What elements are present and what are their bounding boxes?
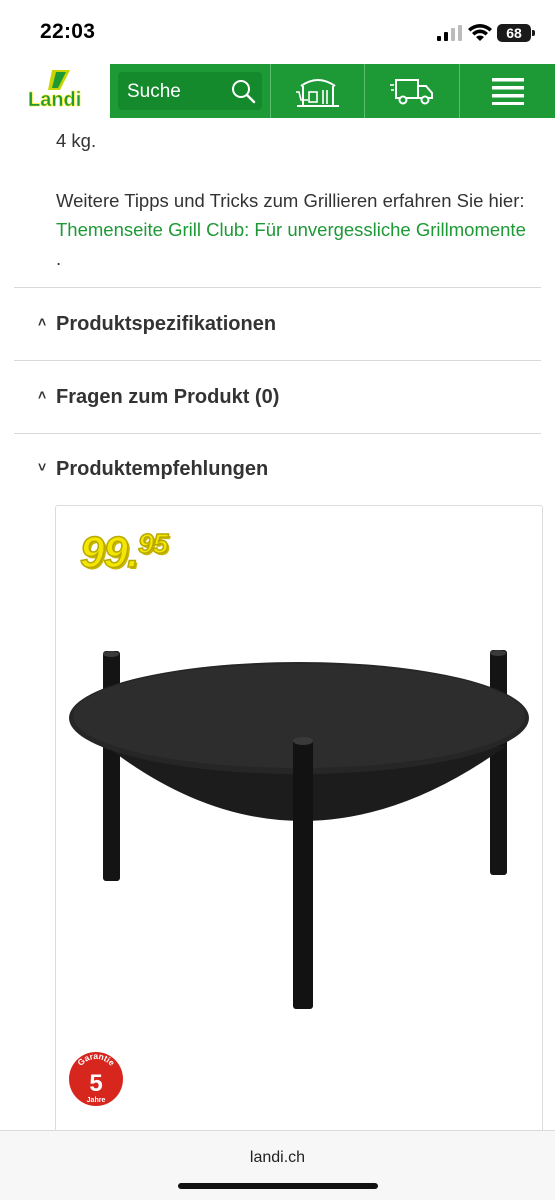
search-icon[interactable] bbox=[230, 78, 256, 104]
accordion-produktspezifikationen[interactable]: ˄ Produktspezifikationen bbox=[38, 313, 276, 336]
price-main: 99. bbox=[79, 527, 140, 578]
chevron-down-icon: ˅ bbox=[38, 459, 47, 475]
guarantee-unit: Jahre bbox=[87, 1097, 106, 1104]
accordion-label: Produktempfehlungen bbox=[56, 458, 269, 480]
guarantee-years: 5 bbox=[89, 1070, 102, 1097]
store-button[interactable] bbox=[270, 64, 364, 118]
signal-icon bbox=[437, 25, 462, 41]
menu-icon bbox=[491, 78, 524, 105]
divider bbox=[14, 360, 541, 361]
tips-paragraph: Weitere Tipps und Tricks zum Grillieren … bbox=[56, 186, 526, 273]
chevron-up-icon: ˄ bbox=[38, 387, 47, 403]
divider bbox=[14, 287, 541, 288]
description-end: 4 kg. bbox=[56, 126, 526, 155]
divider bbox=[14, 433, 541, 434]
delivery-truck-icon bbox=[390, 79, 433, 105]
status-time: 22:03 bbox=[40, 20, 96, 43]
accordion-fragen-zum-produkt[interactable]: ˄ Fragen zum Produkt (0) bbox=[38, 386, 279, 409]
price-cents: 95 bbox=[137, 527, 169, 560]
accordion-label: Fragen zum Produkt (0) bbox=[56, 386, 280, 408]
grill-club-link[interactable]: Themenseite Grill Club: Für unvergesslic… bbox=[56, 219, 526, 240]
fire-bowl-image[interactable] bbox=[66, 646, 532, 1016]
search-placeholder: Suche bbox=[127, 81, 181, 102]
wifi-icon bbox=[468, 24, 492, 41]
status-bar: 22:03 68 bbox=[0, 0, 555, 62]
description-last-line: 4 kg. bbox=[56, 130, 97, 151]
home-indicator[interactable] bbox=[178, 1183, 378, 1189]
url-label[interactable]: landi.ch bbox=[0, 1149, 555, 1167]
accordion-label: Produktspezifikationen bbox=[56, 313, 277, 335]
battery-tip bbox=[532, 30, 535, 36]
chevron-up-icon: ˄ bbox=[38, 314, 47, 330]
store-icon bbox=[295, 79, 339, 107]
svg-text:Landi: Landi bbox=[28, 89, 81, 111]
price-tag: 99.95 bbox=[79, 527, 169, 578]
site-header: Landi Suche bbox=[0, 62, 555, 120]
delivery-button[interactable] bbox=[364, 64, 459, 118]
search-input[interactable]: Suche bbox=[118, 72, 262, 110]
tips-suffix: . bbox=[56, 248, 62, 269]
landi-logo[interactable]: Landi bbox=[26, 68, 88, 114]
menu-button[interactable] bbox=[459, 64, 555, 118]
browser-address-bar[interactable]: landi.ch bbox=[0, 1130, 555, 1200]
accordion-produktempfehlungen[interactable]: ˅ Produktempfehlungen bbox=[38, 458, 268, 481]
guarantee-badge: Garantie 5 Jahre bbox=[69, 1051, 123, 1106]
battery-indicator: 68 bbox=[497, 24, 531, 42]
tips-text: Weitere Tipps und Tricks zum Grillieren … bbox=[56, 190, 525, 211]
product-recommendation-card[interactable]: 99.95 Garantie 5 Jahre bbox=[55, 505, 543, 1145]
